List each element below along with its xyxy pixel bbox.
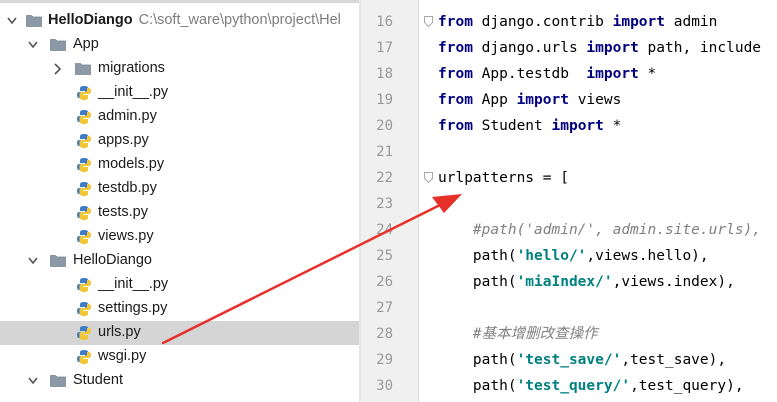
folder-icon: [50, 255, 66, 267]
python-file-icon: [77, 278, 91, 292]
tree-file[interactable]: views.py: [0, 225, 359, 249]
tree-file[interactable]: testdb.py: [0, 177, 359, 201]
root-path: C:\soft_ware\python\project\Hel: [138, 12, 341, 28]
file-label: __init__.py: [98, 84, 169, 100]
file-label: apps.py: [98, 132, 149, 148]
code-line: from django.urls import path, include: [438, 40, 762, 56]
root-name: HelloDiango: [48, 12, 133, 28]
code-line: path('miaIndex/',views.index),: [472, 274, 735, 290]
line-number: 17: [376, 40, 393, 56]
folder-icon: [26, 15, 42, 27]
line-number: 28: [376, 326, 393, 342]
tree-file[interactable]: models.py: [0, 153, 359, 177]
folder-icon: [75, 63, 91, 75]
line-number: 27: [376, 300, 393, 316]
tree-file[interactable]: admin.py: [0, 105, 359, 129]
file-label: admin.py: [98, 108, 157, 124]
code-line: #path('admin/', admin.site.urls),: [472, 222, 762, 238]
file-label: __init__.py: [98, 276, 169, 292]
line-number: 25: [376, 248, 393, 264]
line-number: 16: [376, 14, 393, 30]
line-number: 21: [376, 144, 393, 160]
tree-file[interactable]: wsgi.py: [0, 345, 359, 369]
folder-icon: [50, 39, 66, 51]
tree-node-migrations[interactable]: migrations: [0, 57, 359, 81]
tree-node-root[interactable]: HelloDiango C:\soft_ware\python\project\H…: [0, 9, 359, 33]
line-number: 18: [376, 66, 393, 82]
file-label: settings.py: [98, 300, 168, 316]
python-file-icon: [77, 206, 91, 220]
file-label: wsgi.py: [98, 348, 147, 364]
tree-node-hellodiango[interactable]: HelloDiango: [0, 249, 359, 273]
code-line: path('test_save/',test_save),: [472, 352, 727, 368]
line-number: 29: [376, 352, 393, 368]
file-label: models.py: [98, 156, 165, 172]
tree-file[interactable]: settings.py: [0, 297, 359, 321]
folder-icon: [50, 375, 66, 387]
line-number: 24: [376, 222, 393, 238]
python-file-icon: [77, 134, 91, 148]
fold-marker-icon[interactable]: [424, 16, 433, 27]
tree-node-student[interactable]: Student: [0, 369, 359, 393]
code-line: from App.testdb import *: [438, 66, 657, 82]
tree-file[interactable]: __init__.py: [0, 81, 359, 105]
line-number: 19: [376, 92, 393, 108]
python-file-icon: [77, 110, 91, 124]
migrations-label: migrations: [98, 60, 165, 76]
python-file-icon: [77, 182, 91, 196]
file-label: tests.py: [98, 204, 148, 220]
code-line: from Student import *: [438, 118, 622, 134]
line-number: 22: [376, 170, 393, 186]
hello-folder-label: HelloDiango: [73, 252, 152, 268]
student-folder-label: Student: [73, 372, 123, 388]
python-file-icon: [77, 350, 91, 364]
code-line: path('test_query/',test_query),: [472, 378, 744, 394]
chevron-down-icon[interactable]: [27, 374, 39, 388]
panel-top-border: [0, 0, 359, 3]
chevron-down-icon[interactable]: [27, 38, 39, 52]
file-label: urls.py: [98, 324, 141, 340]
code-line: from App import views: [438, 92, 622, 108]
tree-file[interactable]: apps.py: [0, 129, 359, 153]
chevron-down-icon[interactable]: [6, 14, 18, 28]
python-file-icon: [77, 326, 91, 340]
tree-file[interactable]: tests.py: [0, 201, 359, 225]
line-number: 26: [376, 274, 393, 290]
code-line: path('hello/',views.hello),: [472, 248, 709, 264]
chevron-down-icon[interactable]: [27, 254, 39, 268]
python-file-icon: [77, 86, 91, 100]
line-number: 20: [376, 118, 393, 134]
line-number: 30: [376, 378, 393, 394]
fold-marker-icon[interactable]: [424, 172, 433, 183]
line-number: 23: [376, 196, 393, 212]
python-file-icon: [77, 302, 91, 316]
file-label: testdb.py: [98, 180, 157, 196]
code-line: from django.contrib import admin: [438, 14, 718, 30]
chevron-right-icon[interactable]: [51, 62, 63, 76]
code-line: #基本增删改查操作: [472, 326, 598, 342]
python-file-icon: [77, 158, 91, 172]
app-folder-label: App: [73, 36, 99, 52]
code-line: urlpatterns = [: [438, 170, 569, 186]
file-label: views.py: [98, 228, 154, 244]
python-file-icon: [77, 230, 91, 244]
tree-file[interactable]: __init__.py: [0, 273, 359, 297]
tree-node-app[interactable]: App: [0, 33, 359, 57]
tree-file-selected[interactable]: urls.py: [0, 321, 359, 345]
project-tree-panel: HelloDiango C:\soft_ware\python\project\H…: [0, 0, 359, 402]
